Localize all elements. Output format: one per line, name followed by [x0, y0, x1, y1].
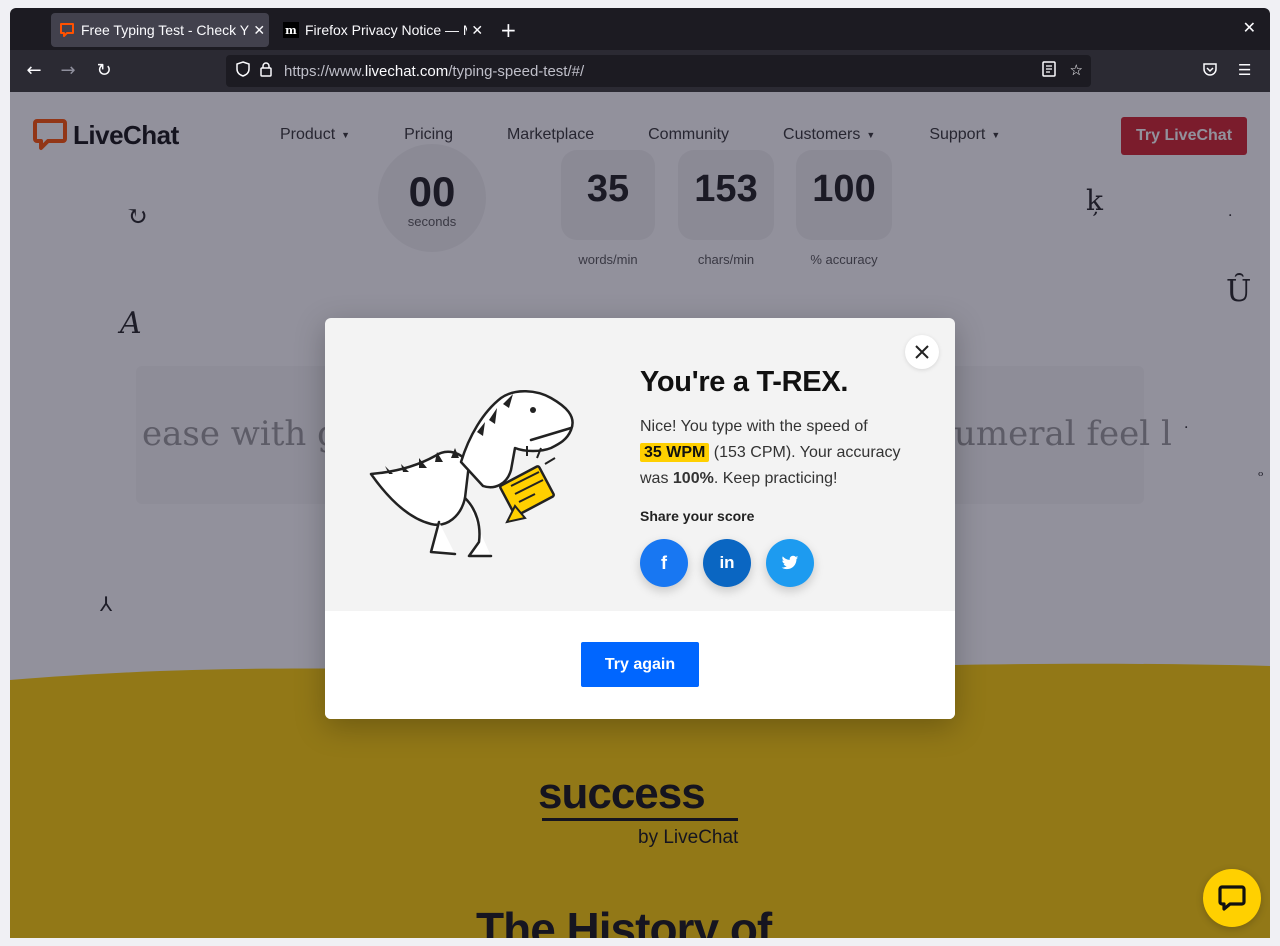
forward-icon[interactable]: → — [56, 60, 80, 81]
pocket-icon[interactable] — [1202, 61, 1218, 81]
result-modal: You're a T-REX. Nice! You type with the … — [325, 318, 955, 719]
chat-widget-button[interactable] — [1203, 869, 1261, 927]
wpm-badge: 35 WPM — [640, 443, 710, 462]
window-close-icon[interactable]: ✕ — [1243, 18, 1256, 37]
accuracy-highlight: 100% — [672, 470, 714, 487]
tab-close-icon[interactable]: ✕ — [249, 22, 269, 39]
url-host: livechat.com — [364, 62, 449, 80]
share-linkedin-button[interactable]: in — [703, 539, 751, 587]
reader-view-icon[interactable] — [1041, 61, 1056, 81]
tab-title: Free Typing Test - Check Y — [81, 22, 250, 38]
share-label: Share your score — [640, 508, 755, 524]
browser-window: Free Typing Test - Check Y ✕ m Firefox P… — [10, 8, 1270, 938]
mozilla-favicon-icon: m — [283, 22, 299, 38]
trex-illustration — [369, 390, 574, 558]
body-prefix: Nice! You type with the speed of — [640, 418, 868, 435]
url-path: /typing-speed-test/#/ — [448, 62, 585, 80]
share-facebook-button[interactable]: f — [640, 539, 688, 587]
menu-icon[interactable]: ☰ — [1238, 61, 1251, 79]
tab-close-icon[interactable]: ✕ — [467, 22, 487, 39]
body-suffix: . Keep practicing! — [713, 470, 838, 487]
bookmark-star-icon[interactable]: ☆ — [1070, 61, 1083, 81]
close-icon — [915, 345, 929, 359]
livechat-favicon-icon — [59, 22, 75, 38]
url-bar[interactable]: https://www.livechat.com/typing-speed-te… — [226, 55, 1091, 87]
tab-title: Firefox Privacy Notice — M — [305, 22, 468, 38]
reload-icon[interactable]: ↻ — [92, 60, 116, 81]
modal-title: You're a T-REX. — [640, 366, 849, 398]
linkedin-icon: in — [719, 553, 735, 572]
tab-strip: Free Typing Test - Check Y ✕ m Firefox P… — [10, 8, 1270, 50]
nav-toolbar: ← → ↻ https://www.livechat.com/typing-sp… — [10, 50, 1270, 92]
page-content: LiveChat Product ▼ Pricing Marketplace Co… — [10, 92, 1270, 938]
modal-close-button[interactable] — [905, 335, 939, 369]
tab-typing-test[interactable]: Free Typing Test - Check Y ✕ — [51, 13, 269, 47]
tab-privacy-notice[interactable]: m Firefox Privacy Notice — M ✕ — [275, 13, 487, 47]
modal-body: Nice! You type with the speed of 35 WPM … — [640, 414, 930, 492]
twitter-icon — [781, 555, 799, 570]
url-scheme: https://www. — [284, 62, 365, 80]
facebook-icon: f — [661, 552, 667, 573]
shield-icon[interactable] — [236, 61, 250, 81]
try-again-button[interactable]: Try again — [581, 642, 699, 687]
share-twitter-button[interactable] — [766, 539, 814, 587]
chat-bubble-icon — [1218, 885, 1246, 911]
svg-text:m: m — [285, 24, 297, 37]
back-icon[interactable]: ← — [22, 60, 46, 81]
new-tab-icon[interactable]: + — [500, 18, 517, 42]
lock-icon[interactable] — [260, 61, 272, 81]
url-text[interactable]: https://www.livechat.com/typing-speed-te… — [284, 63, 584, 80]
